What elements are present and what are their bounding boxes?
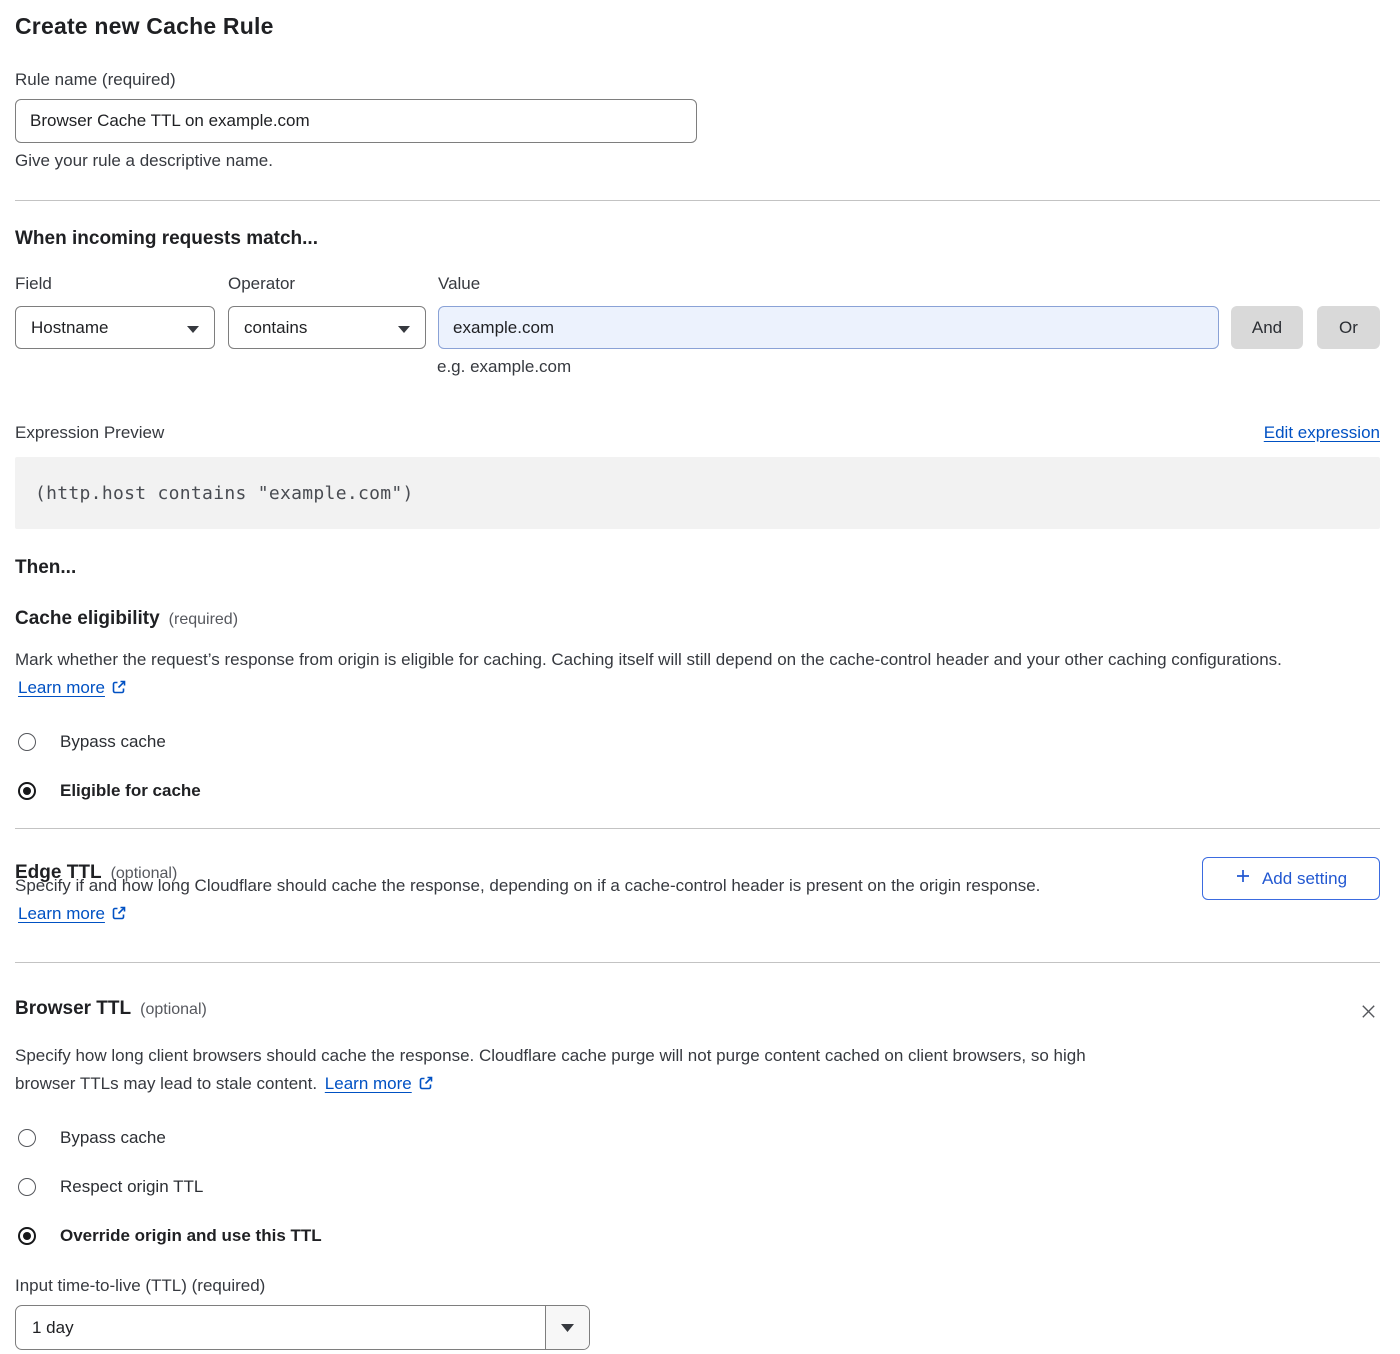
rule-name-input[interactable] [15,99,697,143]
edge-ttl-description-text: Specify if and how long Cloudflare shoul… [15,876,1040,895]
rule-name-section: Rule name (required) Give your rule a de… [15,70,1380,171]
external-link-icon [111,680,127,699]
browser-ttl-optional-badge: (optional) [140,1001,207,1019]
cache-eligibility-header: Cache eligibility (required) [15,608,1380,630]
radio-button-icon[interactable] [18,733,36,751]
or-button[interactable]: Or [1317,306,1380,349]
browser-ttl-description: Specify how long client browsers should … [15,1042,1115,1100]
operator-label: Operator [228,274,426,294]
and-button[interactable]: And [1231,306,1303,349]
learn-more-link[interactable]: Learn more [18,904,127,923]
chevron-down-icon [187,318,199,338]
edge-ttl-description: Specify if and how long Cloudflare shoul… [15,872,1115,930]
learn-more-label: Learn more [18,678,105,697]
close-icon [1359,1009,1378,1024]
rule-name-label: Rule name (required) [15,70,1380,90]
browser-ttl-title: Browser TTL [15,998,131,1020]
radio-option-bypass-cache[interactable]: Bypass cache [15,1129,1380,1147]
expression-code-block: (http.host contains "example.com") [15,457,1380,529]
radio-button-icon[interactable] [18,1227,36,1245]
page-title: Create new Cache Rule [15,13,1380,40]
cache-eligibility-description: Mark whether the request’s response from… [15,646,1360,704]
learn-more-link[interactable]: Learn more [325,1074,434,1093]
learn-more-link[interactable]: Learn more [18,678,127,697]
remove-setting-button[interactable] [1357,1000,1380,1026]
edit-expression-link[interactable]: Edit expression [1264,423,1380,443]
rule-name-help: Give your rule a descriptive name. [15,151,1380,171]
learn-more-label: Learn more [18,904,105,923]
match-heading: When incoming requests match... [15,228,1380,250]
radio-option-label: Override origin and use this TTL [60,1226,322,1246]
cache-eligibility-title: Cache eligibility [15,608,160,630]
browser-ttl-header: Browser TTL (optional) [15,998,1380,1026]
operator-select-value: contains [244,318,307,338]
radio-option-bypass-cache[interactable]: Bypass cache [15,733,1380,751]
divider [15,200,1380,201]
external-link-icon [418,1076,434,1095]
operator-select[interactable]: contains [228,306,426,349]
expression-preview-label: Expression Preview [15,423,164,443]
radio-button-icon[interactable] [18,782,36,800]
radio-option-label: Respect origin TTL [60,1177,203,1197]
value-help-text: e.g. example.com [437,357,1380,377]
browser-ttl-title-row: Browser TTL (optional) [15,998,207,1020]
chevron-down-icon[interactable] [545,1306,589,1349]
add-setting-label: Add setting [1262,869,1347,889]
browser-ttl-options: Bypass cache Respect origin TTL Override… [15,1129,1380,1245]
cache-eligibility-description-text: Mark whether the request’s response from… [15,650,1282,669]
radio-option-override-origin-ttl[interactable]: Override origin and use this TTL [15,1227,1380,1245]
ttl-input-section: Input time-to-live (TTL) (required) 1 da… [15,1276,1380,1350]
chevron-down-icon [398,318,410,338]
cache-eligibility-options: Bypass cache Eligible for cache [15,733,1380,800]
divider [15,828,1380,829]
ttl-select[interactable]: 1 day [15,1305,590,1350]
field-select[interactable]: Hostname [15,306,215,349]
cache-eligibility-required-badge: (required) [169,611,238,629]
radio-option-label: Bypass cache [60,732,166,752]
radio-button-icon[interactable] [18,1178,36,1196]
value-input[interactable] [438,306,1219,349]
then-heading: Then... [15,557,1380,579]
radio-option-respect-origin-ttl[interactable]: Respect origin TTL [15,1178,1380,1196]
match-condition-row: Field Hostname Operator contains Value A… [15,274,1380,349]
expression-preview-row: Expression Preview Edit expression [15,423,1380,443]
plus-icon [1235,868,1251,889]
ttl-select-value: 1 day [16,1306,545,1349]
learn-more-label: Learn more [325,1074,412,1093]
ttl-label: Input time-to-live (TTL) (required) [15,1276,1380,1296]
value-label: Value [438,274,1219,294]
external-link-icon [111,906,127,925]
browser-ttl-description-text: Specify how long client browsers should … [15,1046,1086,1093]
field-select-value: Hostname [31,318,108,338]
divider [15,962,1380,963]
radio-option-label: Bypass cache [60,1128,166,1148]
radio-option-label: Eligible for cache [60,781,201,801]
radio-option-eligible-for-cache[interactable]: Eligible for cache [15,782,1380,800]
radio-button-icon[interactable] [18,1129,36,1147]
expression-code: (http.host contains "example.com") [35,483,414,504]
add-setting-button[interactable]: Add setting [1202,857,1380,900]
field-label: Field [15,274,215,294]
